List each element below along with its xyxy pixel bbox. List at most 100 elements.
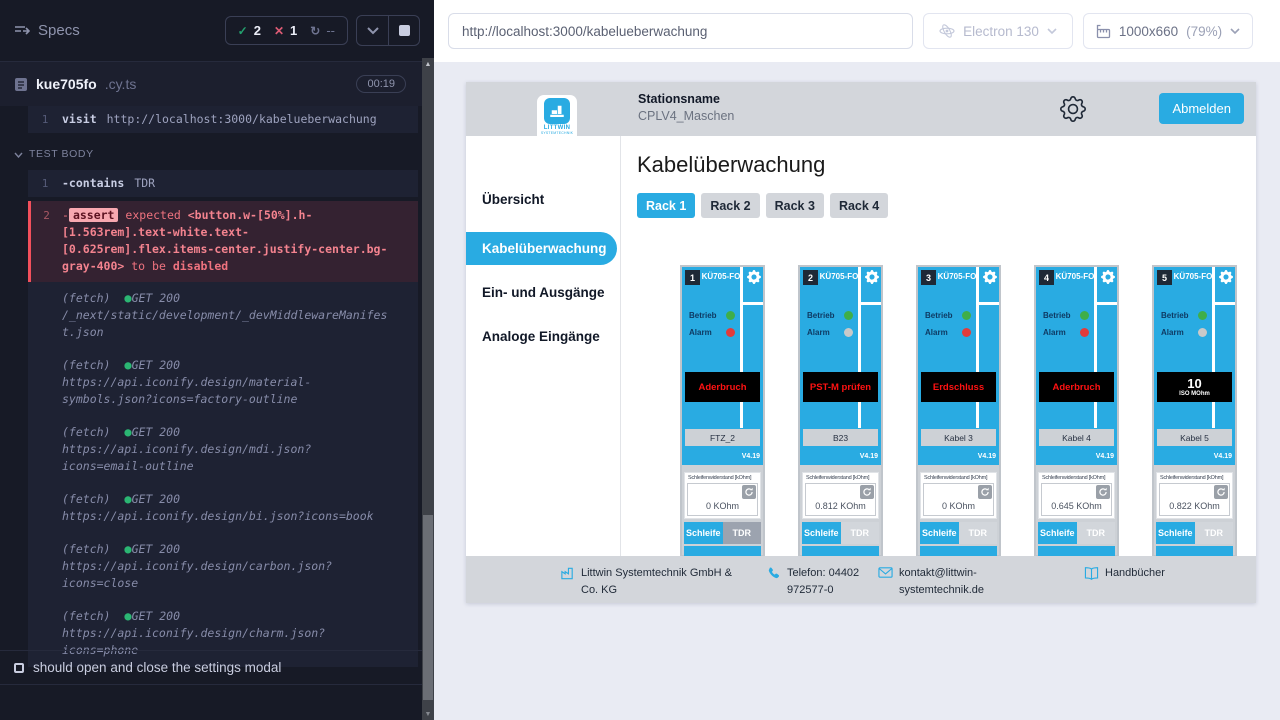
- electron-icon: [939, 23, 955, 39]
- card-divider: [1094, 267, 1097, 428]
- command-message: TDR: [134, 176, 155, 190]
- resistance-label: Schleifenwiderstand [kOhm]: [1042, 475, 1112, 481]
- footer-company: Littwin Systemtechnik GmbH & Co. KG: [560, 565, 751, 598]
- card-lower-section: Schleifenwiderstand [kOhm] 0 KOhm Schlei…: [682, 472, 763, 555]
- next-test-row[interactable]: should open and close the settings modal: [0, 650, 422, 685]
- stat-failed: ✕ 1: [274, 23, 297, 38]
- card-bottom-strip: [684, 546, 761, 556]
- refresh-button[interactable]: [978, 485, 992, 499]
- tab-rack-1[interactable]: Rack 1: [637, 193, 695, 218]
- card-lower-section: Schleifenwiderstand [kOhm] 0.822 KOhm Sc…: [1154, 472, 1235, 555]
- device-number-badge: 1: [685, 270, 700, 285]
- fetch-label: (fetch): [62, 542, 110, 556]
- viewport-select[interactable]: 1000x660 (79%): [1083, 13, 1253, 49]
- reporter-buttons: [356, 15, 420, 46]
- fetch-log-row[interactable]: (fetch) ●GET 200 https://api.iconify.des…: [28, 416, 418, 483]
- cable-name: Kabel 3: [921, 429, 996, 446]
- spec-file-row[interactable]: kue705fo.cy.ts 00:19: [0, 62, 434, 106]
- test-body-section[interactable]: TEST BODY: [14, 146, 434, 163]
- app-content: Kabelüberwachung Rack 1 Rack 2 Rack 3 Ra…: [621, 136, 1256, 603]
- refresh-button[interactable]: [860, 485, 874, 499]
- cable-name: Kabel 5: [1157, 429, 1232, 446]
- rack-tabs: Rack 1 Rack 2 Rack 3 Rack 4: [637, 193, 888, 218]
- resistance-value-box: 0.812 KOhm: [805, 483, 876, 516]
- refresh-button[interactable]: [1096, 485, 1110, 499]
- tdr-button[interactable]: TDR: [1077, 522, 1116, 544]
- tdr-button[interactable]: TDR: [959, 522, 998, 544]
- led-panel: Betrieb Alarm: [1161, 309, 1207, 343]
- footer-manuals[interactable]: Handbücher: [1084, 565, 1165, 582]
- specs-title[interactable]: Specs: [14, 22, 80, 39]
- alarm-label: Alarm: [807, 328, 839, 337]
- sidebar-item-ein-und-ausgaenge[interactable]: Ein- und Ausgänge: [466, 281, 620, 305]
- stop-icon: [399, 25, 410, 36]
- refresh-button[interactable]: [1214, 485, 1228, 499]
- card-gear-icon[interactable]: [1101, 270, 1115, 284]
- tab-rack-3[interactable]: Rack 3: [766, 193, 824, 218]
- device-card-5: 5 KÜ705-FO Betrieb Alarm 10 ISO MOhm Kab: [1152, 265, 1237, 557]
- fetch-url: https://api.iconify.design/mdi.json?icon…: [62, 441, 392, 475]
- pending-count: --: [326, 23, 335, 38]
- tab-rack-4[interactable]: Rack 4: [830, 193, 888, 218]
- schleife-button[interactable]: Schleife: [1156, 522, 1195, 544]
- littwin-logo: LITTWIN SYSTEMTECHNIK: [537, 95, 577, 144]
- alarm-label: Alarm: [1043, 328, 1075, 337]
- betrieb-led: [1198, 311, 1207, 320]
- card-bottom-strip: [1156, 546, 1233, 556]
- fetch-url: https://api.iconify.design/material-symb…: [62, 374, 392, 408]
- led-panel: Betrieb Alarm: [925, 309, 971, 343]
- contains-command-row[interactable]: 1 -containsTDR: [28, 170, 418, 197]
- tab-rack-2[interactable]: Rack 2: [701, 193, 759, 218]
- device-card-3: 3 KÜ705-FO Betrieb Alarm Erdschluss Kab: [916, 265, 1001, 557]
- sidebar-item-kabelueberwachung[interactable]: Kabelüberwachung: [466, 232, 617, 265]
- tdr-button[interactable]: TDR: [841, 522, 880, 544]
- card-gear-icon[interactable]: [747, 270, 761, 284]
- schleife-button[interactable]: Schleife: [920, 522, 959, 544]
- footer-company-text: Littwin Systemtechnik GmbH & Co. KG: [581, 565, 751, 598]
- reporter-scrollbar[interactable]: ▲ ▼: [422, 58, 434, 720]
- fetch-log-row[interactable]: (fetch) ●GET 200 /_next/static/developme…: [28, 282, 418, 349]
- firmware-version: V4.19: [978, 453, 996, 460]
- card-bottom-strip: [1038, 546, 1115, 556]
- fetch-log-row[interactable]: (fetch) ●GET 200 https://api.iconify.des…: [28, 349, 418, 416]
- betrieb-led: [962, 311, 971, 320]
- logout-button[interactable]: Abmelden: [1159, 93, 1244, 124]
- alarm-led: [1080, 328, 1089, 337]
- collapse-button[interactable]: [357, 16, 388, 45]
- failed-assert-row[interactable]: 2 -assert expected <button.w-[50%].h-[1.…: [28, 201, 418, 282]
- device-title: KÜ705-FO: [936, 272, 978, 281]
- scroll-down-arrow[interactable]: ▼: [422, 708, 434, 720]
- card-gear-icon[interactable]: [865, 270, 879, 284]
- resistance-value-box: 0 KOhm: [687, 483, 758, 516]
- fetch-log-row[interactable]: (fetch) ●GET 200 https://api.iconify.des…: [28, 483, 418, 533]
- assert-state: disabled: [173, 259, 228, 273]
- visit-command-row[interactable]: 1 visithttp://localhost:3000/kabelueberw…: [28, 106, 418, 133]
- stop-run-button[interactable]: [388, 16, 419, 45]
- browser-name: Electron 130: [963, 24, 1039, 39]
- success-dot-icon: ●: [124, 425, 131, 439]
- betrieb-led: [1080, 311, 1089, 320]
- schleife-button[interactable]: Schleife: [1038, 522, 1077, 544]
- card-gear-icon[interactable]: [983, 270, 997, 284]
- device-title: KÜ705-FO: [700, 272, 742, 281]
- browser-select[interactable]: Electron 130: [923, 13, 1073, 49]
- restart-icon: ↻: [310, 24, 320, 38]
- tdr-button[interactable]: TDR: [1195, 522, 1234, 544]
- card-divider: [1212, 267, 1215, 428]
- failed-count: 1: [290, 23, 297, 38]
- schleife-button[interactable]: Schleife: [684, 522, 723, 544]
- resistance-label: Schleifenwiderstand [kOhm]: [1160, 475, 1230, 481]
- scroll-up-arrow[interactable]: ▲: [422, 58, 434, 70]
- settings-gear-icon[interactable]: [1060, 96, 1086, 122]
- sidebar-item-uebersicht[interactable]: Übersicht: [466, 188, 620, 212]
- card-gear-icon[interactable]: [1219, 270, 1233, 284]
- tdr-button[interactable]: TDR: [723, 522, 762, 544]
- section-label: TEST BODY: [29, 146, 94, 163]
- sidebar-item-analoge-eingaenge[interactable]: Analoge Eingänge: [466, 325, 620, 349]
- url-input[interactable]: http://localhost:3000/kabelueberwachung: [448, 13, 913, 49]
- scrollbar-thumb[interactable]: [423, 515, 433, 700]
- fetch-log-row[interactable]: (fetch) ●GET 200 https://api.iconify.des…: [28, 533, 418, 600]
- assert-to-be: to be: [131, 259, 166, 273]
- schleife-button[interactable]: Schleife: [802, 522, 841, 544]
- refresh-button[interactable]: [742, 485, 756, 499]
